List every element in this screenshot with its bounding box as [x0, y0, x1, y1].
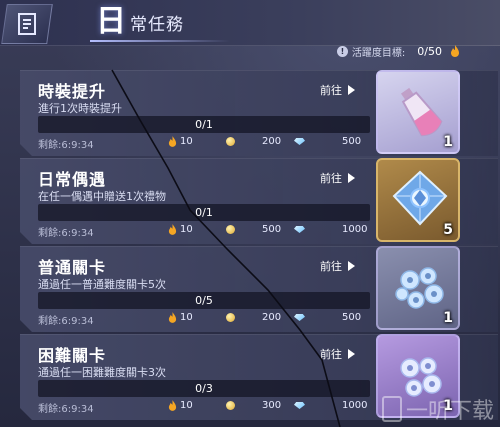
goto-button[interactable]: 前往	[320, 82, 355, 98]
activity-goal: ! 活躍度目標: 0/50	[336, 42, 460, 60]
goto-label: 前往	[320, 260, 342, 273]
play-arrow-icon	[348, 349, 355, 359]
watermark-logo-icon	[381, 396, 402, 422]
progress-bar: 0/1	[38, 204, 370, 221]
reward-gem: 500	[294, 136, 361, 147]
progress-text: 0/1	[195, 118, 213, 131]
reward-gold: 300	[226, 400, 281, 411]
watermark-text: 一听下载	[405, 399, 494, 424]
activity-value: 0/50	[417, 44, 442, 58]
reward-gold: 200	[226, 312, 281, 323]
flame-icon	[451, 45, 459, 57]
quest-description: 通過任一困難難度關卡3次	[38, 366, 166, 379]
reward-gem: 500	[294, 312, 361, 323]
quest-card: 普通關卡 通過任一普通難度關卡5次 前往 0/5 剩餘:6:9:34 10 20…	[20, 246, 498, 332]
flame-icon	[168, 400, 177, 411]
quest-meta: 剩餘:6:9:34 10 500 1000	[38, 224, 370, 239]
quest-name: 時裝提升	[38, 82, 107, 101]
reward-activity: 10	[168, 312, 193, 323]
goto-button[interactable]: 前往	[320, 170, 355, 186]
diamond-icon	[294, 226, 305, 233]
goto-label: 前往	[320, 348, 342, 361]
quest-meta: 剩餘:6:9:34 10 300 1000	[38, 400, 370, 415]
flame-icon	[168, 312, 177, 323]
play-arrow-icon	[348, 261, 355, 271]
goto-button[interactable]: 前往	[320, 258, 355, 274]
reward-item[interactable]: 1	[376, 246, 460, 330]
play-arrow-icon	[348, 173, 355, 183]
reward-activity: 10	[168, 400, 193, 411]
goto-label: 前往	[320, 172, 342, 185]
progress-text: 0/3	[195, 382, 213, 395]
header-bar: 日 常任務	[0, 0, 500, 46]
info-icon[interactable]: !	[336, 45, 348, 57]
watermark: 一听下载	[381, 393, 494, 425]
quest-card: 日常偶遇 在任一偶遇中贈送1次禮物 前往 0/1 剩餘:6:9:34 10 50…	[20, 158, 498, 244]
reward-gold: 500	[226, 224, 281, 235]
reward-activity: 10	[168, 224, 193, 235]
remaining-time: 剩餘:6:9:34	[38, 228, 94, 239]
quest-name: 困難關卡	[38, 346, 107, 365]
gold-coin-icon	[226, 225, 235, 234]
quest-name: 普通關卡	[38, 258, 107, 277]
progress-text: 0/1	[195, 206, 213, 219]
progress-text: 0/5	[195, 294, 213, 307]
back-button[interactable]	[1, 4, 53, 44]
remaining-time: 剩餘:6:9:34	[38, 140, 94, 151]
remaining-time: 剩餘:6:9:34	[38, 316, 94, 327]
flame-icon	[168, 224, 177, 235]
gold-coin-icon	[226, 313, 235, 322]
quest-card: 時裝提升 進行1次時裝提升 前往 0/1 剩餘:6:9:34 10 200 50…	[20, 70, 498, 156]
activity-label: 活躍度目標:	[351, 47, 406, 59]
reward-gem: 1000	[294, 224, 367, 235]
diamond-icon	[294, 138, 305, 145]
title-first-char: 日	[96, 4, 126, 39]
quest-meta: 剩餘:6:9:34 10 200 500	[38, 136, 370, 151]
progress-bar: 0/1	[38, 116, 370, 133]
gold-coin-icon	[226, 137, 235, 146]
flame-icon	[168, 136, 177, 147]
diamond-icon	[294, 314, 305, 321]
quest-description: 進行1次時裝提升	[38, 102, 122, 115]
progress-bar: 0/5	[38, 292, 370, 309]
title-underline	[90, 40, 230, 42]
reward-item[interactable]: 1	[376, 70, 460, 154]
progress-bar: 0/3	[38, 380, 370, 397]
play-arrow-icon	[348, 85, 355, 95]
item-count: 1	[443, 134, 453, 150]
diamond-icon	[294, 402, 305, 409]
remaining-time: 剩餘:6:9:34	[38, 404, 94, 415]
gold-coin-icon	[226, 401, 235, 410]
quest-meta: 剩餘:6:9:34 10 200 500	[38, 312, 370, 327]
goto-label: 前往	[320, 84, 342, 97]
quest-description: 通過任一普通難度關卡5次	[38, 278, 166, 291]
item-count: 5	[443, 222, 453, 238]
reward-gem: 1000	[294, 400, 367, 411]
reward-gold: 200	[226, 136, 281, 147]
page-title: 日 常任務	[96, 6, 184, 38]
quest-description: 在任一偶遇中贈送1次禮物	[38, 190, 166, 203]
reward-item[interactable]: 5	[376, 158, 460, 242]
reward-activity: 10	[168, 136, 193, 147]
goto-button[interactable]: 前往	[320, 346, 355, 362]
quest-name: 日常偶遇	[38, 170, 107, 189]
title-rest: 常任務	[130, 15, 184, 35]
item-count: 1	[443, 310, 453, 326]
task-list-icon	[18, 13, 36, 35]
